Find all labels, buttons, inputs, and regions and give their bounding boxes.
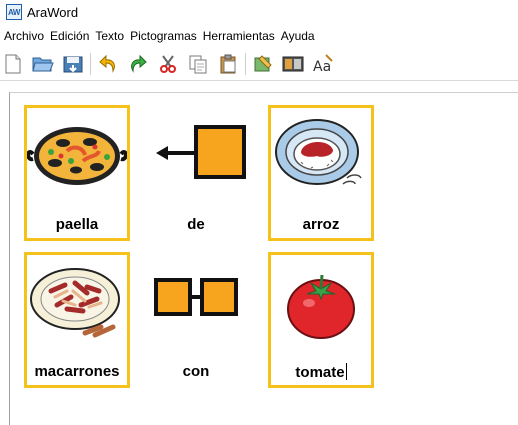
- title-bar: AW AraWord: [0, 0, 518, 26]
- menu-ayuda[interactable]: Ayuda: [279, 27, 317, 45]
- menu-bar: Archivo Edición Texto Pictogramas Herram…: [0, 27, 518, 45]
- pictogram-card-arroz[interactable]: arroz: [268, 105, 374, 241]
- app-icon: AW: [6, 4, 22, 20]
- toolbar-separator: [245, 52, 246, 75]
- pictogram-image: [143, 256, 249, 340]
- menu-pictogramas[interactable]: Pictogramas: [128, 27, 199, 45]
- undo-button[interactable]: [97, 53, 119, 75]
- pictogram-image: [27, 259, 127, 343]
- document-area[interactable]: paella de arroz macarrones con tomate: [9, 92, 518, 425]
- pictogram-image: [271, 112, 371, 196]
- pictogram-card-de[interactable]: de: [143, 105, 249, 241]
- redo-button[interactable]: [127, 53, 149, 75]
- pictogram-edit-icon: [254, 54, 272, 71]
- cut-button[interactable]: [157, 53, 179, 75]
- pictogram-card-macarrones[interactable]: macarrones: [24, 252, 130, 388]
- with-link-pictogram: [154, 278, 238, 316]
- rice-plate-pictogram: [275, 119, 362, 185]
- undo-icon: [99, 54, 115, 73]
- macaroni-plate-pictogram: [30, 268, 120, 338]
- pictogram-card-paella[interactable]: paella: [24, 105, 130, 241]
- pictogram-display-button[interactable]: [282, 53, 304, 75]
- text-style-button[interactable]: Aa: [312, 53, 334, 75]
- new-document-icon: [5, 54, 21, 73]
- pictogram-word: tomate: [271, 363, 371, 381]
- redo-icon: [131, 54, 147, 73]
- copy-button[interactable]: [187, 53, 209, 75]
- toolbar: Aa: [0, 47, 518, 81]
- open-button[interactable]: [32, 53, 54, 75]
- pictogram-word-text: tomate: [295, 364, 345, 381]
- toolbar-separator: [90, 52, 91, 75]
- pictogram-image: [271, 259, 371, 343]
- pictogram-display-icon: [282, 56, 304, 71]
- copy-icon: [189, 55, 207, 73]
- pictogram-card-con[interactable]: con: [143, 252, 249, 388]
- menu-archivo[interactable]: Archivo: [2, 27, 46, 45]
- window-title: AraWord: [27, 5, 79, 20]
- menu-herramientas[interactable]: Herramientas: [201, 27, 277, 45]
- pictogram-word: de: [187, 216, 205, 233]
- open-folder-icon: [32, 57, 54, 71]
- save-icon: [63, 56, 83, 72]
- pictogram-word: arroz: [302, 216, 340, 233]
- pictogram-word: con: [182, 363, 210, 380]
- pictogram-word: paella: [55, 216, 99, 233]
- of-arrow-pictogram: [156, 125, 246, 179]
- paste-button[interactable]: [217, 53, 239, 75]
- paste-icon: [220, 54, 236, 73]
- tomato-pictogram: [287, 274, 355, 339]
- pictogram-word: macarrones: [34, 363, 120, 380]
- text-cursor: [345, 363, 347, 380]
- paella-pictogram: [27, 127, 127, 185]
- text-style-icon: Aa: [313, 53, 333, 74]
- new-document-button[interactable]: [2, 53, 24, 75]
- cut-icon: [160, 54, 176, 73]
- svg-text:Aa: Aa: [313, 59, 331, 74]
- pictogram-image: [27, 112, 127, 196]
- pictogram-card-tomate[interactable]: tomate: [268, 252, 374, 388]
- pictogram-edit-button[interactable]: [252, 53, 274, 75]
- menu-texto[interactable]: Texto: [93, 27, 126, 45]
- save-button[interactable]: [62, 53, 84, 75]
- menu-edicion[interactable]: Edición: [48, 27, 91, 45]
- pictogram-image: [143, 109, 249, 193]
